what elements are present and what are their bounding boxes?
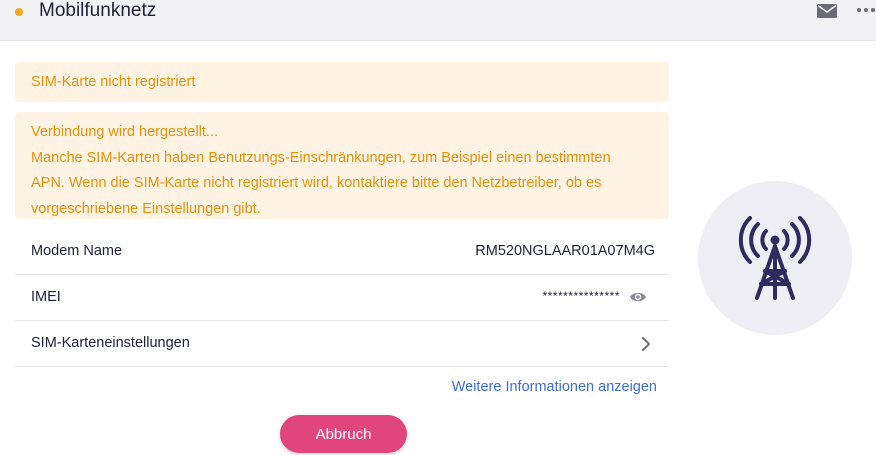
cancel-button[interactable]: Abbruch (280, 415, 407, 453)
connection-line-1: Manche SIM-Karten haben Benutzungs-Einsc… (31, 149, 611, 166)
sim-settings-label: SIM-Karteneinstellungen (31, 335, 190, 351)
connection-info-banner: Verbindung wird hergestellt... Manche SI… (15, 112, 669, 219)
page-title: Mobilfunknetz (39, 0, 157, 21)
eye-icon[interactable] (629, 290, 647, 304)
sim-settings-row[interactable]: SIM-Karteneinstellungen (15, 321, 669, 367)
tower-illustration (698, 181, 852, 335)
modem-name-label: Modem Name (31, 243, 123, 259)
connection-line-3: vorgeschriebene Einstellungen gibt. (31, 200, 261, 217)
mail-icon[interactable] (817, 3, 837, 19)
sim-status-banner: SIM-Karte nicht registriert (15, 62, 669, 102)
cell-tower-icon (738, 216, 812, 300)
modem-name-value: RM520NGLAAR01A07M4G (475, 243, 655, 259)
sim-status-text: SIM-Karte nicht registriert (31, 74, 196, 90)
connection-line-2: APN. Wenn die SIM-Karte nicht registrier… (31, 175, 602, 191)
more-icon[interactable] (856, 5, 876, 15)
imei-label: IMEI (31, 289, 61, 305)
connection-title: Verbindung wird hergestellt... (31, 124, 218, 140)
more-info-link[interactable]: Weitere Informationen anzeigen (452, 379, 657, 395)
imei-row: IMEI *************** (15, 275, 669, 321)
status-dot (15, 8, 23, 16)
header-bar: Mobilfunknetz (0, 0, 876, 41)
modem-name-row: Modem Name RM520NGLAAR01A07M4G (15, 229, 669, 275)
imei-value: *************** (542, 289, 620, 303)
chevron-right-icon (642, 337, 650, 351)
